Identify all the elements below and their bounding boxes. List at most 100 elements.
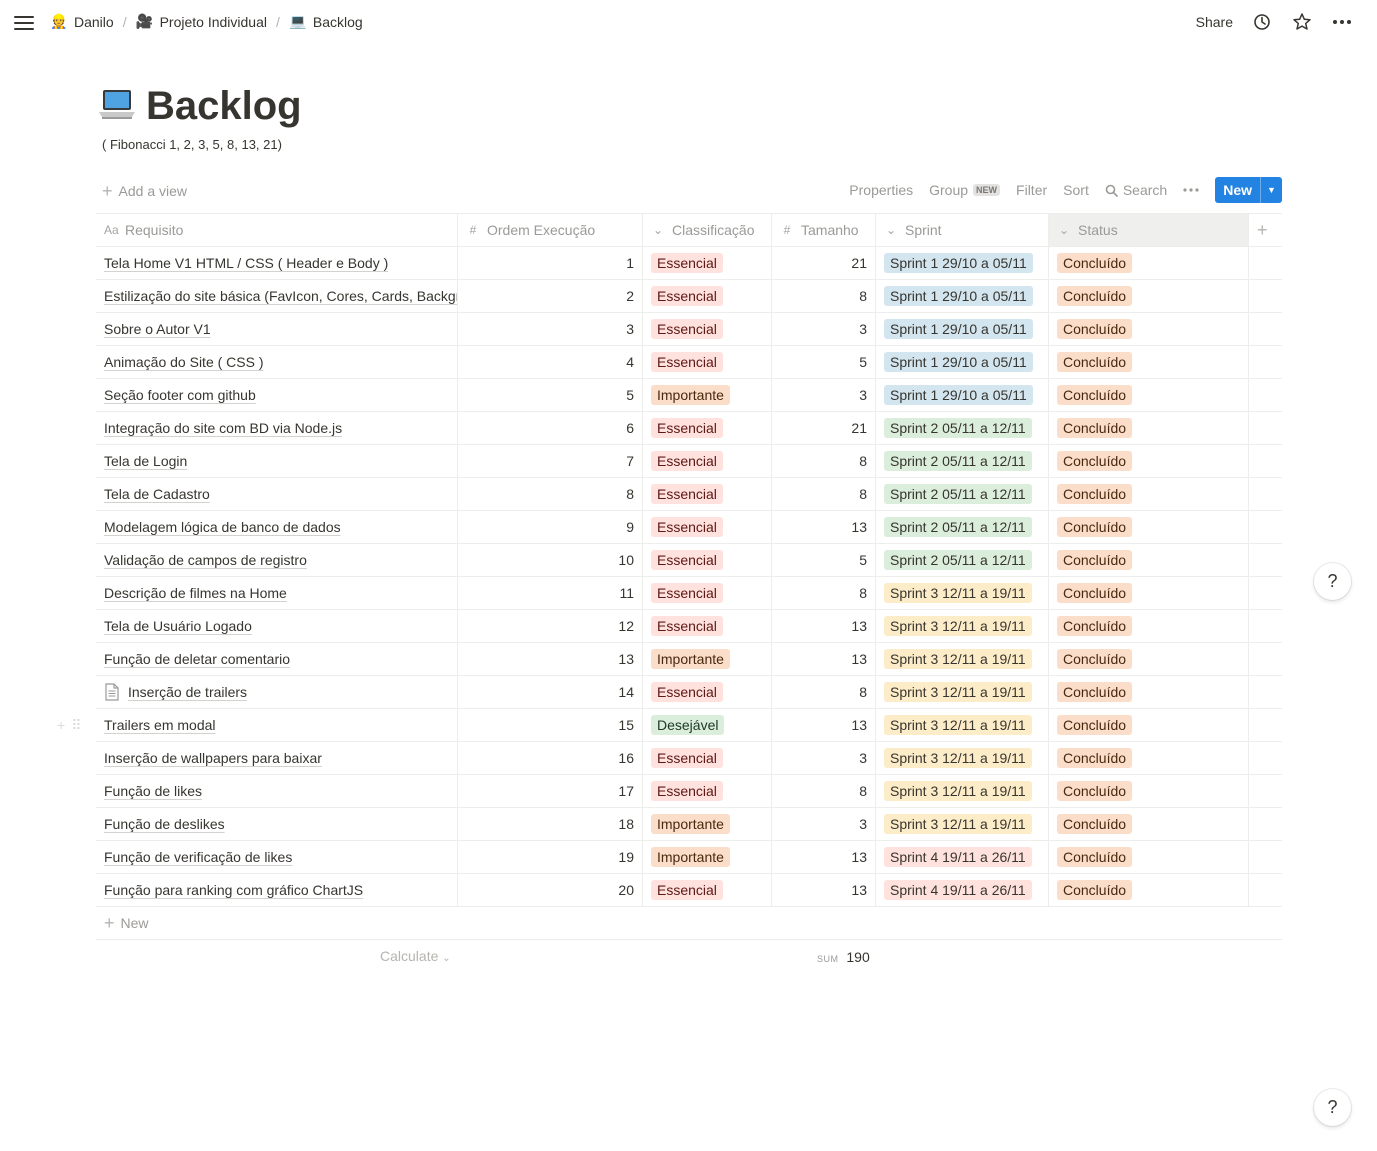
tamanho-cell[interactable]: 8 [772,676,876,708]
ordem-cell[interactable]: 4 [458,346,643,378]
sprint-cell[interactable]: Sprint 3 12/11 a 19/11 [876,676,1049,708]
ordem-cell[interactable]: 16 [458,742,643,774]
table-row[interactable]: Sobre o Autor V1 3 Essencial 3 Sprint 1 … [96,313,1282,346]
table-row[interactable]: Trailers em modal 15 Desejável 13 Sprint… [96,709,1282,742]
requisito-cell[interactable]: Descrição de filmes na Home [96,577,458,609]
ordem-cell[interactable]: 3 [458,313,643,345]
row-title[interactable]: Inserção de wallpapers para baixar [104,750,322,766]
sprint-cell[interactable]: Sprint 4 19/11 a 26/11 [876,874,1049,906]
ordem-cell[interactable]: 20 [458,874,643,906]
row-title[interactable]: Descrição de filmes na Home [104,585,287,601]
tamanho-cell[interactable]: 13 [772,643,876,675]
table-row[interactable]: Função de verificação de likes 19 Import… [96,841,1282,874]
status-cell[interactable]: Concluído [1049,775,1249,807]
status-cell[interactable]: Concluído [1049,511,1249,543]
breadcrumb-item-projeto[interactable]: 🎥 Projeto Individual [136,13,267,30]
classificacao-cell[interactable]: Essencial [643,346,772,378]
tamanho-cell[interactable]: 8 [772,445,876,477]
table-row[interactable]: Função de deletar comentario 13 Importan… [96,643,1282,676]
classificacao-cell[interactable]: Essencial [643,511,772,543]
tamanho-cell[interactable]: 3 [772,313,876,345]
ordem-cell[interactable]: 10 [458,544,643,576]
ordem-cell[interactable]: 15 [458,709,643,741]
classificacao-cell[interactable]: Importante [643,379,772,411]
sprint-cell[interactable]: Sprint 2 05/11 a 12/11 [876,412,1049,444]
row-title[interactable]: Tela de Cadastro [104,486,210,502]
help-button[interactable]: ? [1314,1089,1351,1126]
row-title[interactable]: Inserção de trailers [128,684,247,700]
classificacao-cell[interactable]: Essencial [643,478,772,510]
tamanho-cell[interactable]: 3 [772,808,876,840]
status-cell[interactable]: Concluído [1049,313,1249,345]
status-cell[interactable]: Concluído [1049,841,1249,873]
classificacao-cell[interactable]: Essencial [643,775,772,807]
status-cell[interactable]: Concluído [1049,346,1249,378]
row-title[interactable]: Função de deletar comentario [104,651,290,667]
requisito-cell[interactable]: Animação do Site ( CSS ) [96,346,458,378]
sprint-cell[interactable]: Sprint 2 05/11 a 12/11 [876,445,1049,477]
table-row[interactable]: Animação do Site ( CSS ) 4 Essencial 5 S… [96,346,1282,379]
drag-handle-icon[interactable]: ⠿ [71,717,81,734]
calculate-dropdown[interactable]: Calculate ⌄ [380,948,451,964]
table-row[interactable]: Integração do site com BD via Node.js 6 … [96,412,1282,445]
more-icon[interactable] [1331,11,1353,33]
requisito-cell[interactable]: Validação de campos de registro [96,544,458,576]
status-cell[interactable]: Concluído [1049,445,1249,477]
laptop-icon[interactable] [98,86,136,122]
ordem-cell[interactable]: 2 [458,280,643,312]
column-header-tamanho[interactable]: # Tamanho [772,214,876,246]
row-title[interactable]: Função de verificação de likes [104,849,292,865]
row-title[interactable]: Tela Home V1 HTML / CSS ( Header e Body … [104,255,388,271]
sprint-cell[interactable]: Sprint 3 12/11 a 19/11 [876,808,1049,840]
star-icon[interactable] [1291,11,1313,33]
column-header-classificacao[interactable]: ⌄ Classificação [643,214,772,246]
table-row[interactable]: Tela de Cadastro 8 Essencial 8 Sprint 2 … [96,478,1282,511]
row-title[interactable]: Tela de Login [104,453,187,469]
requisito-cell[interactable]: Trailers em modal [96,709,458,741]
sprint-cell[interactable]: Sprint 4 19/11 a 26/11 [876,841,1049,873]
add-property-icon[interactable]: + [1249,214,1282,246]
table-row[interactable]: Função de likes 17 Essencial 8 Sprint 3 … [96,775,1282,808]
row-title[interactable]: Validação de campos de registro [104,552,307,568]
classificacao-cell[interactable]: Essencial [643,742,772,774]
tamanho-cell[interactable]: 5 [772,544,876,576]
row-title[interactable]: Modelagem lógica de banco de dados [104,519,341,535]
search-button[interactable]: Search [1105,182,1167,198]
classificacao-cell[interactable]: Essencial [643,874,772,906]
ordem-cell[interactable]: 6 [458,412,643,444]
new-button[interactable]: New ▼ [1215,177,1282,203]
requisito-cell[interactable]: Função de deletar comentario [96,643,458,675]
ordem-cell[interactable]: 11 [458,577,643,609]
clock-icon[interactable] [1251,11,1273,33]
table-row[interactable]: Função para ranking com gráfico ChartJS … [96,874,1282,907]
requisito-cell[interactable]: Função de deslikes [96,808,458,840]
ordem-cell[interactable]: 9 [458,511,643,543]
ordem-cell[interactable]: 14 [458,676,643,708]
sprint-cell[interactable]: Sprint 1 29/10 a 05/11 [876,379,1049,411]
row-title[interactable]: Seção footer com github [104,387,256,403]
requisito-cell[interactable]: Inserção de wallpapers para baixar [96,742,458,774]
requisito-cell[interactable]: Inserção de trailers [96,676,458,708]
tamanho-cell[interactable]: 8 [772,775,876,807]
classificacao-cell[interactable]: Essencial [643,676,772,708]
page-title[interactable]: Backlog [146,84,302,129]
tamanho-cell[interactable]: 8 [772,478,876,510]
add-view-button[interactable]: + Add a view [102,182,187,200]
row-title[interactable]: Função de deslikes [104,816,225,832]
status-cell[interactable]: Concluído [1049,412,1249,444]
ordem-cell[interactable]: 18 [458,808,643,840]
group-button[interactable]: Group NEW [929,182,1001,198]
status-cell[interactable]: Concluído [1049,709,1249,741]
row-title[interactable]: Estilização do site básica (FavIcon, Cor… [104,288,457,304]
ordem-cell[interactable]: 17 [458,775,643,807]
status-cell[interactable]: Concluído [1049,544,1249,576]
status-cell[interactable]: Concluído [1049,808,1249,840]
ordem-cell[interactable]: 5 [458,379,643,411]
ordem-cell[interactable]: 1 [458,247,643,279]
column-header-sprint[interactable]: ⌄ Sprint [876,214,1049,246]
classificacao-cell[interactable]: Desejável [643,709,772,741]
classificacao-cell[interactable]: Essencial [643,610,772,642]
status-cell[interactable]: Concluído [1049,577,1249,609]
requisito-cell[interactable]: Tela de Login [96,445,458,477]
status-cell[interactable]: Concluído [1049,478,1249,510]
